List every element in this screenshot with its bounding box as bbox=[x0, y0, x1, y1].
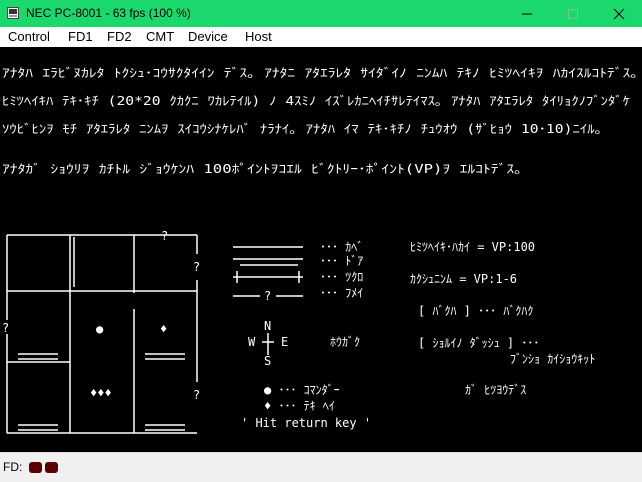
map-enemy-group: ♦♦♦ bbox=[90, 386, 112, 400]
map-unknown-mark: ? bbox=[161, 229, 168, 243]
compass-east: E bbox=[281, 335, 288, 349]
legend-unknown: ･･･ ﾌﾒｲ bbox=[320, 286, 363, 300]
close-icon bbox=[613, 8, 625, 20]
map-unknown-mark: ? bbox=[2, 321, 9, 335]
status-bar: FD: bbox=[0, 452, 642, 482]
emulator-screen[interactable]: ｱﾅﾀﾊ ｴﾗﾋﾞﾇｶﾚﾀ ﾄｸｼｭ･ｺｳｻｸﾀｲｲﾝ ﾃﾞｽ｡ ｱﾅﾀﾆ ｱﾀ… bbox=[0, 47, 642, 452]
fd1-access-led bbox=[29, 462, 42, 473]
menu-bar: Control FD1 FD2 CMT Device Host bbox=[0, 27, 642, 47]
compass-west: W bbox=[248, 335, 256, 349]
map-enemy: ♦ bbox=[160, 322, 167, 336]
title-bar[interactable]: NEC PC-8001 - 63 fps (100 %) bbox=[0, 0, 642, 27]
menu-cmt[interactable]: CMT bbox=[146, 29, 174, 44]
rule-dash-desc: ﾌﾞﾝｼｮ ｶｲｼｮｳｷｯﾄ bbox=[510, 352, 595, 366]
compass-north: N bbox=[264, 319, 271, 333]
rule-goal: ｶﾞ ﾋﾂﾖｳﾃﾞｽ bbox=[465, 383, 526, 397]
legend-wall: ･･･ ｶﾍﾞ bbox=[320, 240, 363, 254]
maximize-icon bbox=[568, 9, 578, 19]
legend-commander: ● ･･･ ｺﾏﾝﾀﾞｰ bbox=[264, 383, 340, 397]
compass-label: ﾎｳｶﾞｸ bbox=[330, 335, 360, 349]
rule-dash: [ ｼｮﾙｲﾉ ﾀﾞｯｼｭ ] ･･･ bbox=[418, 336, 539, 350]
map-unknown-mark: ? bbox=[193, 388, 200, 402]
map-player: ● bbox=[96, 322, 104, 336]
menu-fd2[interactable]: FD2 bbox=[107, 29, 132, 44]
legend-door: ･･･ ﾄﾞｱ bbox=[320, 254, 363, 268]
legend-unknown-mark: ? bbox=[264, 289, 271, 303]
minimize-button[interactable] bbox=[504, 0, 550, 27]
intro-line-4: ｱﾅﾀｶﾞ ｼｮｳﾘｦ ｶﾁﾄﾙ ｼﾞｮｳｹﾝﾊ 100ﾎﾟｲﾝﾄｦｺｴﾙ ﾋﾞ… bbox=[2, 162, 522, 176]
compass-south: S bbox=[264, 354, 271, 368]
compass-icon bbox=[262, 333, 274, 355]
menu-device[interactable]: Device bbox=[188, 29, 228, 44]
menu-host[interactable]: Host bbox=[245, 29, 272, 44]
rule-vp-kill: ｶｸｼｭﾆﾝﾑ = VP:1-6 bbox=[410, 272, 517, 286]
maximize-button[interactable] bbox=[550, 0, 596, 27]
map-unknown-mark: ? bbox=[193, 260, 200, 274]
menu-control[interactable]: Control bbox=[8, 29, 50, 44]
hit-return-prompt[interactable]: ' Hit return key ' bbox=[241, 416, 371, 430]
rule-attack: [ ﾊﾞｸﾊ ] ･･･ ﾊﾞｸﾊｸ bbox=[418, 304, 533, 318]
intro-line-2: ﾋﾐﾂﾍｲｷﾊ ﾃｷ･ｷﾁ (20*20 ｸｶｸﾆ ﾜｶﾚﾃｲﾙ) ﾉ 4ｽﾐﾉ… bbox=[2, 94, 630, 108]
close-button[interactable] bbox=[596, 0, 642, 27]
minimize-icon bbox=[522, 13, 532, 15]
intro-line-1: ｱﾅﾀﾊ ｴﾗﾋﾞﾇｶﾚﾀ ﾄｸｼｭ･ｺｳｻｸﾀｲｲﾝ ﾃﾞｽ｡ ｱﾅﾀﾆ ｱﾀ… bbox=[2, 66, 638, 80]
intro-line-3: ｿｳﾋﾞﾋﾝｦ ﾓﾁ ｱﾀｴﾗﾚﾀ ﾆﾝﾑｦ ｽｲｺｳｼﾅｹﾚﾊﾞ ﾅﾗﾅｲ｡ … bbox=[2, 122, 602, 136]
fd2-access-led bbox=[45, 462, 58, 473]
menu-fd1[interactable]: FD1 bbox=[68, 29, 93, 44]
app-icon bbox=[7, 7, 19, 19]
legend-enemy: ♦ ･･･ ﾃｷ ﾍｲ bbox=[264, 399, 335, 413]
legend-trap: ･･･ ﾂｸﾛ bbox=[320, 270, 363, 284]
window-title: NEC PC-8001 - 63 fps (100 %) bbox=[26, 6, 191, 20]
fd-status-label: FD: bbox=[3, 460, 23, 474]
rule-vp-destroy: ﾋﾐﾂﾍｲｷ･ﾊｶｲ = VP:100 bbox=[410, 240, 535, 254]
